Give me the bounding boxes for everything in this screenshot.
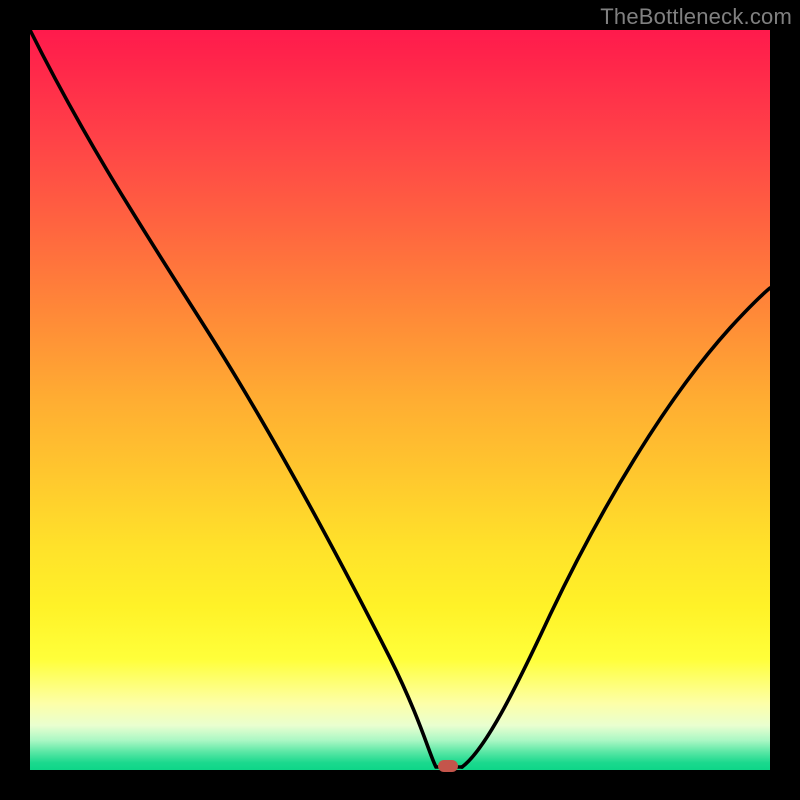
- curve-right-branch: [462, 288, 770, 767]
- bottleneck-curve: [30, 30, 770, 770]
- curve-left-branch: [30, 30, 462, 767]
- watermark-text: TheBottleneck.com: [600, 4, 792, 30]
- optimal-point-marker: [438, 760, 458, 772]
- chart-frame: TheBottleneck.com: [0, 0, 800, 800]
